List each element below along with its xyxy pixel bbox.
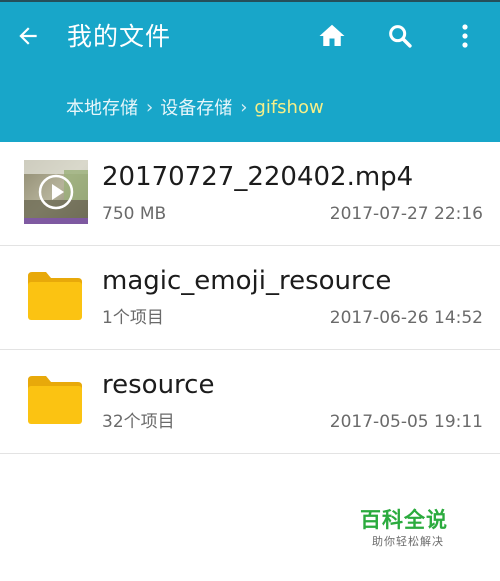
app-bar: 我的文件 本地存储 › 设备存储 › gifshow	[0, 0, 500, 142]
watermark: 百科全说 助你轻松解决	[350, 496, 476, 554]
file-name: resource	[102, 370, 215, 400]
list-item-folder[interactable]: magic_emoji_resource 1个项目 2017-06-26 14:…	[0, 246, 500, 350]
status-bar-edge	[0, 0, 500, 2]
item-count: 32个项目	[102, 412, 175, 432]
search-button[interactable]	[380, 16, 420, 56]
home-button[interactable]	[312, 16, 352, 56]
breadcrumb: 本地存储 › 设备存储 › gifshow	[66, 92, 324, 122]
list-item-folder[interactable]: resource 32个项目 2017-05-05 19:11	[0, 350, 500, 454]
search-icon	[389, 25, 412, 48]
breadcrumb-separator: ›	[240, 96, 248, 118]
file-date: 2017-07-27 22:16	[329, 204, 483, 224]
watermark-title: 百科全说	[360, 508, 448, 532]
file-name: magic_emoji_resource	[102, 266, 392, 296]
breadcrumb-item-device-storage[interactable]: 设备存储	[160, 94, 232, 120]
file-list: 20170727_220402.mp4 750 MB 2017-07-27 22…	[0, 142, 500, 454]
file-name: 20170727_220402.mp4	[102, 162, 414, 192]
file-date: 2017-05-05 19:11	[329, 412, 483, 432]
file-size: 750 MB	[102, 204, 167, 224]
arrow-left-icon	[19, 27, 37, 45]
breadcrumb-item-local-storage[interactable]: 本地存储	[66, 94, 138, 120]
folder-icon	[28, 272, 82, 320]
breadcrumb-separator: ›	[146, 96, 154, 118]
breadcrumb-item-current[interactable]: gifshow	[254, 97, 323, 118]
watermark-subtitle: 助你轻松解决	[372, 535, 444, 548]
home-icon	[319, 24, 345, 46]
more-options-button[interactable]	[445, 16, 485, 56]
file-manager-screen: 我的文件 本地存储 › 设备存储 › gifshow 20170727_2204…	[0, 0, 500, 581]
back-button[interactable]	[8, 16, 48, 56]
file-date: 2017-06-26 14:52	[329, 308, 483, 328]
list-item-video[interactable]: 20170727_220402.mp4 750 MB 2017-07-27 22…	[0, 142, 500, 246]
page-title: 我的文件	[67, 22, 172, 51]
more-vert-icon	[462, 24, 468, 48]
folder-icon	[28, 376, 82, 424]
item-count: 1个项目	[102, 308, 164, 328]
video-thumbnail	[24, 160, 88, 224]
